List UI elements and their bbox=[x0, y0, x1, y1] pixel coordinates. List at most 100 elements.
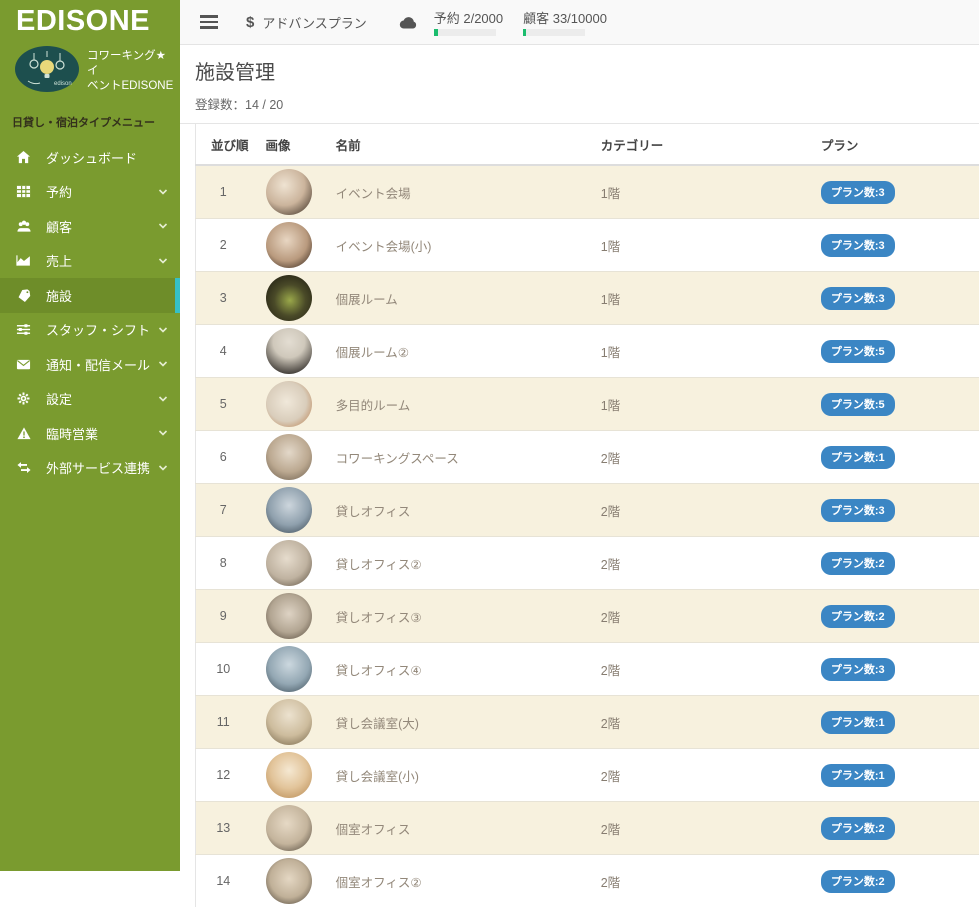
page-title: 施設管理 bbox=[195, 56, 964, 85]
order-cell: 7 bbox=[196, 484, 251, 537]
plan-count-badge[interactable]: プラン数:1 bbox=[821, 446, 895, 469]
plan-count-badge[interactable]: プラン数:3 bbox=[821, 234, 895, 257]
sidebar-item-label: 顧客 bbox=[46, 217, 72, 236]
plan-count-badge[interactable]: プラン数:2 bbox=[821, 552, 895, 575]
plan-count-badge[interactable]: プラン数:3 bbox=[821, 499, 895, 522]
facility-name-link[interactable]: コワーキングスペース bbox=[336, 452, 459, 466]
order-cell: 2 bbox=[196, 219, 251, 272]
table-row[interactable]: 10 貸しオフィス④ 2階 プラン数:3 bbox=[196, 643, 979, 696]
facility-name-link[interactable]: 個展ルーム bbox=[336, 293, 398, 307]
plan-count-badge[interactable]: プラン数:5 bbox=[821, 340, 895, 363]
sidebar-item-label: 通知・配信メール bbox=[46, 355, 150, 374]
plan-count-badge[interactable]: プラン数:3 bbox=[821, 181, 895, 204]
envelope-icon bbox=[16, 357, 40, 372]
sidebar-item-customers[interactable]: 顧客 bbox=[0, 209, 180, 244]
facility-name-link[interactable]: 貸しオフィス④ bbox=[336, 664, 422, 678]
table-row[interactable]: 1 イベント会場 1階 プラン数:3 bbox=[196, 165, 979, 219]
table-row[interactable]: 9 貸しオフィス③ 2階 プラン数:2 bbox=[196, 590, 979, 643]
column-header-category: カテゴリー bbox=[586, 124, 806, 165]
plan-count-badge[interactable]: プラン数:3 bbox=[821, 658, 895, 681]
facility-image[interactable] bbox=[266, 169, 312, 215]
facility-name-link[interactable]: 個室オフィス② bbox=[336, 876, 422, 890]
sidebar-item-dashboard[interactable]: ダッシュボード bbox=[0, 140, 180, 175]
facility-name-link[interactable]: 貸し会議室(大) bbox=[336, 717, 419, 731]
sidebar-item-staff-shift[interactable]: スタッフ・シフト bbox=[0, 313, 180, 348]
table-row[interactable]: 3 個展ルーム 1階 プラン数:3 bbox=[196, 272, 979, 325]
facility-image[interactable] bbox=[266, 275, 312, 321]
table-row[interactable]: 7 貸しオフィス 2階 プラン数:3 bbox=[196, 484, 979, 537]
sidebar: EDISONE edison コワーキング★イ ベントEDISONE 日貸し・宿… bbox=[0, 0, 180, 871]
facility-image[interactable] bbox=[266, 487, 312, 533]
table-row[interactable]: 12 貸し会議室(小) 2階 プラン数:1 bbox=[196, 749, 979, 802]
category-cell: 2階 bbox=[586, 590, 806, 643]
plan-count-badge[interactable]: プラン数:1 bbox=[821, 764, 895, 787]
sidebar-item-external-services[interactable]: 外部サービス連携 bbox=[0, 451, 180, 486]
facility-name-link[interactable]: 貸しオフィス② bbox=[336, 558, 422, 572]
table-row[interactable]: 14 個室オフィス② 2階 プラン数:2 bbox=[196, 855, 979, 907]
table-row[interactable]: 4 個展ルーム② 1階 プラン数:5 bbox=[196, 325, 979, 378]
order-cell: 8 bbox=[196, 537, 251, 590]
plan-indicator[interactable]: $ アドバンスプラン bbox=[246, 13, 367, 32]
sidebar-item-label: スタッフ・シフト bbox=[46, 320, 150, 339]
chevron-down-icon bbox=[158, 256, 168, 266]
hamburger-menu-icon[interactable] bbox=[200, 12, 218, 32]
facility-image[interactable] bbox=[266, 328, 312, 374]
facility-image[interactable] bbox=[266, 593, 312, 639]
facility-image[interactable] bbox=[266, 381, 312, 427]
sidebar-item-label: 臨時営業 bbox=[46, 424, 98, 443]
sidebar-item-reservations[interactable]: 予約 bbox=[0, 175, 180, 210]
plan-label: アドバンスプラン bbox=[262, 13, 366, 32]
category-cell: 2階 bbox=[586, 855, 806, 907]
facility-image[interactable] bbox=[266, 699, 312, 745]
table-row[interactable]: 2 イベント会場(小) 1階 プラン数:3 bbox=[196, 219, 979, 272]
column-header-order: 並び順 bbox=[196, 124, 251, 165]
logo-row: edison コワーキング★イ ベントEDISONE bbox=[0, 38, 180, 100]
table-row[interactable]: 6 コワーキングスペース 2階 プラン数:1 bbox=[196, 431, 979, 484]
sidebar-item-temporary-business[interactable]: 臨時営業 bbox=[0, 416, 180, 451]
facility-name-link[interactable]: 貸しオフィス bbox=[336, 505, 411, 519]
chevron-down-icon bbox=[158, 221, 168, 231]
facility-image[interactable] bbox=[266, 805, 312, 851]
plan-count-badge[interactable]: プラン数:3 bbox=[821, 287, 895, 310]
facility-image[interactable] bbox=[266, 540, 312, 586]
table-row[interactable]: 5 多目的ルーム 1階 プラン数:5 bbox=[196, 378, 979, 431]
reservations-usage[interactable]: 予約 2/2000 bbox=[434, 8, 503, 36]
order-cell: 10 bbox=[196, 643, 251, 696]
plan-count-badge[interactable]: プラン数:2 bbox=[821, 870, 895, 893]
facility-image[interactable] bbox=[266, 858, 312, 904]
table-row[interactable]: 11 貸し会議室(大) 2階 プラン数:1 bbox=[196, 696, 979, 749]
facility-name-link[interactable]: 貸しオフィス③ bbox=[336, 611, 422, 625]
home-icon bbox=[16, 150, 40, 165]
table-row[interactable]: 13 個室オフィス 2階 プラン数:2 bbox=[196, 802, 979, 855]
chevron-down-icon bbox=[158, 428, 168, 438]
plan-count-badge[interactable]: プラン数:2 bbox=[821, 817, 895, 840]
plan-count-badge[interactable]: プラン数:5 bbox=[821, 393, 895, 416]
table-header-row: 並び順 画像 名前 カテゴリー プラン bbox=[196, 124, 979, 165]
column-header-name: 名前 bbox=[321, 124, 586, 165]
svg-text:edison: edison bbox=[54, 81, 72, 87]
sliders-icon bbox=[16, 322, 40, 337]
sidebar-item-settings[interactable]: 設定 bbox=[0, 382, 180, 417]
facility-image[interactable] bbox=[266, 646, 312, 692]
table-row[interactable]: 8 貸しオフィス② 2階 プラン数:2 bbox=[196, 537, 979, 590]
order-cell: 4 bbox=[196, 325, 251, 378]
facility-image[interactable] bbox=[266, 222, 312, 268]
plan-count-badge[interactable]: プラン数:1 bbox=[821, 711, 895, 734]
chevron-down-icon bbox=[158, 463, 168, 473]
facility-name-link[interactable]: イベント会場(小) bbox=[336, 240, 432, 254]
facility-image[interactable] bbox=[266, 434, 312, 480]
customers-usage[interactable]: 顧客 33/10000 bbox=[523, 8, 607, 36]
facility-name-link[interactable]: 多目的ルーム bbox=[336, 399, 411, 413]
sidebar-item-notifications-mail[interactable]: 通知・配信メール bbox=[0, 347, 180, 382]
facility-name-link[interactable]: 貸し会議室(小) bbox=[336, 770, 419, 784]
sidebar-item-sales[interactable]: 売上 bbox=[0, 244, 180, 279]
order-cell: 5 bbox=[196, 378, 251, 431]
plan-count-badge[interactable]: プラン数:2 bbox=[821, 605, 895, 628]
facility-image[interactable] bbox=[266, 752, 312, 798]
facility-name-link[interactable]: 個展ルーム② bbox=[336, 346, 409, 360]
chevron-down-icon bbox=[158, 359, 168, 369]
sidebar-item-facilities[interactable]: 施設 bbox=[0, 278, 180, 313]
customers-usage-label: 顧客 33/10000 bbox=[523, 8, 607, 27]
facility-name-link[interactable]: 個室オフィス bbox=[336, 823, 411, 837]
facility-name-link[interactable]: イベント会場 bbox=[336, 187, 411, 201]
